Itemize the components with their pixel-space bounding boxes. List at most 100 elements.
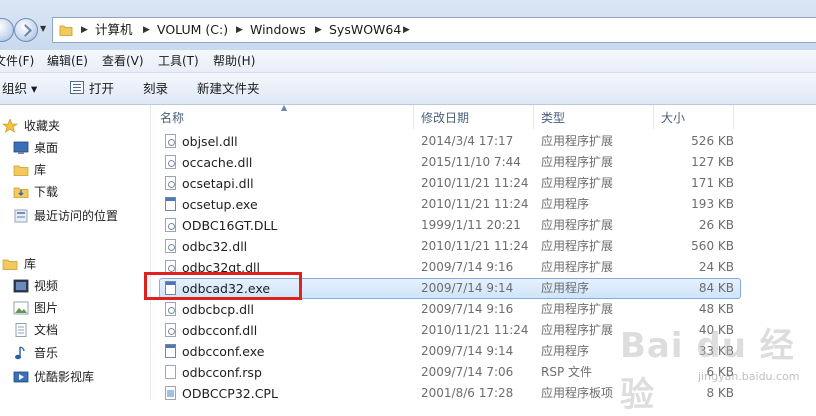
nav-favorites[interactable]: 收藏夹 bbox=[0, 115, 150, 137]
file-type: 应用程序 bbox=[541, 281, 590, 295]
breadcrumb-separator-icon[interactable]: ▶ bbox=[403, 18, 410, 42]
forward-button[interactable] bbox=[14, 18, 38, 42]
breadcrumb-drive-c[interactable]: VOLUM (C:) bbox=[157, 18, 228, 42]
back-button[interactable] bbox=[0, 18, 14, 42]
nav-recent-places[interactable]: 最近访问的位置 bbox=[0, 205, 150, 227]
file-type: 应用程序 bbox=[541, 344, 590, 358]
nav-youku-library[interactable]: 优酷影视库 bbox=[0, 366, 150, 388]
nav-videos[interactable]: 视频 bbox=[0, 275, 150, 297]
file-size: 48 KB bbox=[698, 302, 734, 316]
address-field[interactable]: ▶ 计算机 ▶ VOLUM (C:) ▶ Windows ▶ SysWOW64 … bbox=[52, 17, 816, 43]
file-date: 1999/1/11 20:21 bbox=[421, 218, 521, 232]
breadcrumb-separator-icon[interactable]: ▶ bbox=[315, 18, 322, 42]
open-button[interactable]: 打开 bbox=[89, 73, 114, 104]
column-divider[interactable] bbox=[413, 105, 414, 129]
dll-file-icon bbox=[165, 134, 176, 148]
file-type: 应用程序扩展 bbox=[541, 155, 614, 169]
highlight-annotation-box bbox=[144, 272, 302, 300]
file-size: 171 KB bbox=[691, 176, 734, 190]
file-row[interactable]: ocsetapi.dll 2010/11/21 11:24 应用程序扩展 171 KB bbox=[159, 173, 741, 194]
file-name: objsel.dll bbox=[182, 134, 238, 149]
libraries-icon bbox=[2, 259, 18, 270]
breadcrumb-syswow64[interactable]: SysWOW64 bbox=[329, 18, 401, 42]
breadcrumb-separator-icon[interactable]: ▶ bbox=[143, 18, 150, 42]
file-name: odbcbcp.dll bbox=[182, 302, 254, 317]
column-name[interactable]: 名称 bbox=[160, 105, 184, 129]
file-name: odbcconf.dll bbox=[182, 323, 258, 338]
nav-desktop[interactable]: 桌面 bbox=[0, 137, 150, 159]
file-type: 应用程序扩展 bbox=[541, 239, 614, 253]
file-row[interactable]: odbc32.dll 2010/11/21 11:24 应用程序扩展 560 KB bbox=[159, 236, 741, 257]
file-size: 84 KB bbox=[698, 281, 734, 295]
file-date: 2009/7/14 9:14 bbox=[421, 281, 514, 295]
burn-button[interactable]: 刻录 bbox=[143, 73, 168, 104]
open-icon bbox=[70, 81, 84, 94]
menu-view[interactable]: 查看(V) bbox=[102, 50, 144, 72]
nav-library[interactable]: 库 bbox=[0, 159, 150, 181]
file-row[interactable]: objsel.dll 2014/3/4 17:17 应用程序扩展 526 KB bbox=[159, 131, 741, 152]
desktop-icon bbox=[13, 141, 29, 154]
file-row[interactable]: odbcbcp.dll 2009/7/14 9:16 应用程序扩展 48 KB bbox=[159, 299, 741, 320]
column-divider[interactable] bbox=[733, 105, 734, 129]
file-type: 应用程序 bbox=[541, 197, 590, 211]
recent-pages-dropdown-icon[interactable]: ▼ bbox=[40, 24, 46, 33]
file-row[interactable]: occache.dll 2015/11/10 7:44 应用程序扩展 127 KB bbox=[159, 152, 741, 173]
file-size: 193 KB bbox=[691, 197, 734, 211]
menu-edit[interactable]: 编辑(E) bbox=[47, 50, 88, 72]
column-date[interactable]: 修改日期 bbox=[421, 105, 469, 129]
organize-button[interactable]: 组织 ▾ bbox=[2, 73, 37, 104]
file-row[interactable]: ocsetup.exe 2010/11/21 11:24 应用程序 193 KB bbox=[159, 194, 741, 215]
breadcrumb-windows[interactable]: Windows bbox=[250, 18, 306, 42]
navigation-pane: 收藏夹 桌面 库 下载 最近访问的位置 库 视频 图片 文档 音乐 优酷影视库 bbox=[0, 105, 150, 400]
dll-file-icon bbox=[165, 176, 176, 190]
breadcrumb-computer[interactable]: 计算机 bbox=[95, 18, 133, 42]
file-size: 26 KB bbox=[698, 218, 734, 232]
menu-help[interactable]: 帮助(H) bbox=[213, 50, 255, 72]
music-icon bbox=[15, 346, 25, 360]
file-date: 2009/7/14 9:14 bbox=[421, 344, 514, 358]
video-icon bbox=[13, 279, 29, 293]
file-type: RSP 文件 bbox=[541, 365, 593, 379]
file-name: ODBCCP32.CPL bbox=[182, 386, 278, 401]
new-folder-button[interactable]: 新建文件夹 bbox=[197, 73, 260, 104]
exe-file-icon bbox=[165, 197, 176, 211]
column-type[interactable]: 类型 bbox=[541, 105, 565, 129]
file-date: 2009/7/14 9:16 bbox=[421, 302, 514, 316]
column-divider[interactable] bbox=[653, 105, 654, 129]
file-size: 560 KB bbox=[691, 239, 734, 253]
dll-file-icon bbox=[165, 218, 176, 232]
nav-downloads[interactable]: 下载 bbox=[0, 181, 150, 203]
downloads-folder-icon bbox=[13, 187, 29, 198]
baidu-jingyan-watermark: Bai du 经验 jingyan.baidu.com bbox=[612, 318, 812, 415]
pictures-icon bbox=[13, 301, 29, 315]
file-type: 应用程序扩展 bbox=[541, 134, 614, 148]
file-name: ODBC16GT.DLL bbox=[182, 218, 278, 233]
nav-music[interactable]: 音乐 bbox=[0, 342, 150, 364]
file-type: 应用程序扩展 bbox=[541, 302, 614, 316]
file-date: 2015/11/10 7:44 bbox=[421, 155, 521, 169]
nav-documents[interactable]: 文档 bbox=[0, 319, 150, 341]
nav-libraries[interactable]: 库 bbox=[0, 253, 150, 275]
breadcrumb-separator-icon[interactable]: ▶ bbox=[236, 18, 243, 42]
file-date: 2010/11/21 11:24 bbox=[421, 197, 529, 211]
breadcrumb-separator-icon[interactable]: ▶ bbox=[81, 18, 88, 42]
menu-file[interactable]: 文件(F) bbox=[0, 50, 34, 72]
folder-icon bbox=[59, 25, 73, 36]
column-divider[interactable] bbox=[533, 105, 534, 129]
menu-tools[interactable]: 工具(T) bbox=[158, 50, 199, 72]
file-name: occache.dll bbox=[182, 155, 253, 170]
file-type: 应用程序扩展 bbox=[541, 260, 614, 274]
file-name: ocsetapi.dll bbox=[182, 176, 254, 191]
column-size[interactable]: 大小 bbox=[661, 105, 685, 129]
nav-pictures[interactable]: 图片 bbox=[0, 297, 150, 319]
address-bar: ▼ ▶ 计算机 ▶ VOLUM (C:) ▶ Windows ▶ SysWOW6… bbox=[0, 0, 816, 50]
file-date: 2001/8/6 17:28 bbox=[421, 386, 514, 400]
file-date: 2010/11/21 11:24 bbox=[421, 239, 529, 253]
dll-file-icon bbox=[165, 239, 176, 253]
file-name: odbcconf.rsp bbox=[182, 365, 262, 380]
youku-library-icon bbox=[13, 371, 29, 383]
file-date: 2009/7/14 9:16 bbox=[421, 260, 514, 274]
file-row[interactable]: ODBC16GT.DLL 1999/1/11 20:21 应用程序扩展 26 KB bbox=[159, 215, 741, 236]
file-size: 127 KB bbox=[691, 155, 734, 169]
file-name: odbcconf.exe bbox=[182, 344, 265, 359]
